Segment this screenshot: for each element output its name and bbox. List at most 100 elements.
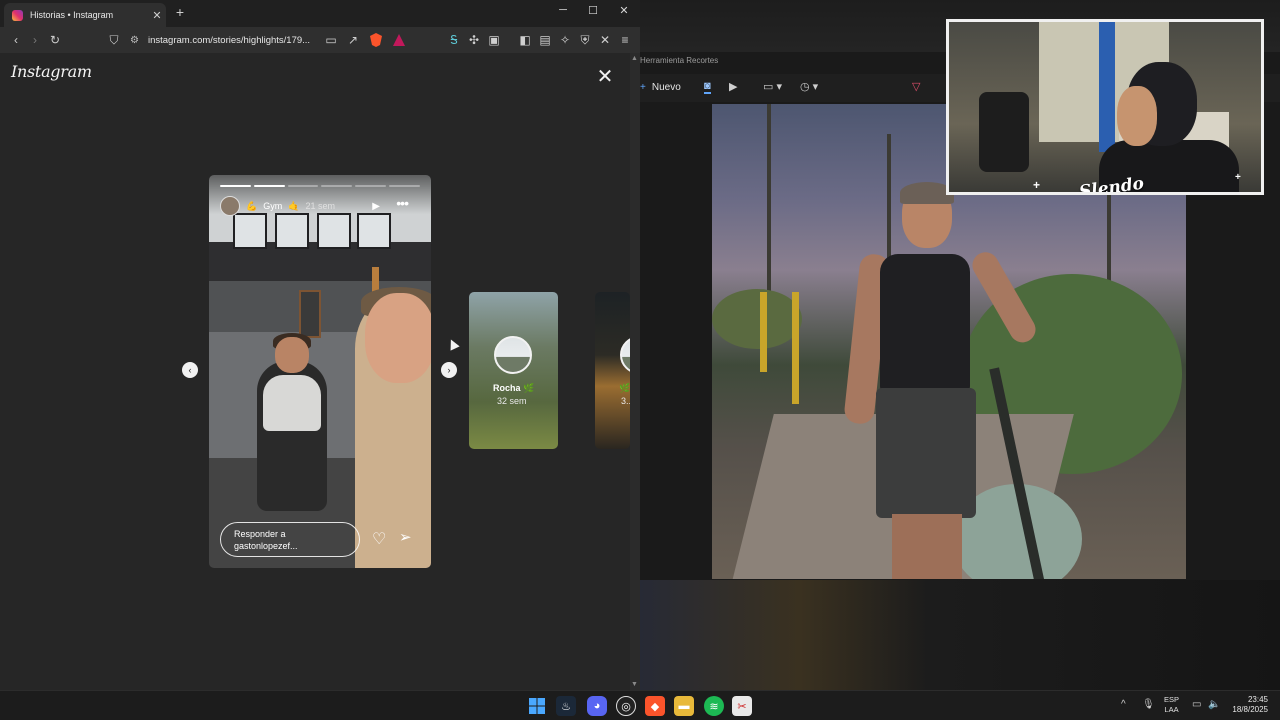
plus-icon: + (640, 82, 646, 93)
next-highlight-preview[interactable]: 🌿 3... (595, 292, 630, 449)
share-icon[interactable]: ↗ (345, 32, 361, 48)
tools-icon[interactable]: ✕ (597, 32, 613, 48)
progress-segment (355, 185, 387, 187)
obs-icon[interactable]: ◎ (616, 696, 636, 716)
discord-icon[interactable]: ◕ (587, 696, 607, 716)
story-image-person (257, 333, 327, 511)
language-indicator[interactable]: ESP LAA (1164, 695, 1179, 715)
back-icon[interactable]: ‹ (8, 32, 24, 48)
preview-name: Rocha (493, 383, 521, 393)
new-tab-button[interactable]: + (172, 4, 188, 20)
keyboard-layout: LAA (1164, 705, 1179, 714)
brave-rewards-icon[interactable] (393, 33, 405, 47)
tab-instagram[interactable]: Historias • Instagram ✕ (4, 3, 166, 27)
brave-browser-icon[interactable]: ◆ (645, 696, 665, 716)
windows-start-icon[interactable] (527, 696, 547, 716)
tab-search-icon[interactable]: ▣ (486, 32, 502, 48)
progress-segment (220, 185, 251, 187)
new-snip-button[interactable]: + Nuevo (640, 82, 681, 93)
extensions-icon[interactable]: ✣ (466, 32, 482, 48)
progress-segment (389, 185, 420, 187)
steam-icon[interactable]: ♨ (556, 696, 576, 716)
reload-icon[interactable]: ↻ (47, 32, 63, 48)
timer-dropdown[interactable]: ◷ ▾ (800, 80, 818, 93)
maximize-button[interactable]: ☐ (578, 4, 608, 17)
instagram-story-viewer: Instagram ✕ ‹ 💪 Gym 🤙 21 sem ▶ ••• Respo… (0, 53, 630, 690)
story-progress-bar (220, 185, 420, 187)
sidebar-icon[interactable]: ◧ (517, 32, 533, 48)
story-card[interactable]: 💪 Gym 🤙 21 sem ▶ ••• Responder a gastonl… (209, 175, 431, 568)
progress-segment (287, 185, 319, 187)
translate-icon[interactable]: Ꭶ (446, 32, 462, 48)
story-image-person (355, 287, 431, 568)
story-image-window (275, 213, 309, 249)
volume-icon[interactable]: 🔈 (1208, 699, 1220, 710)
close-story-button[interactable]: ✕ (594, 66, 616, 88)
tab-title: Historias • Instagram (30, 10, 114, 20)
preview-time: 32 sem (497, 396, 527, 406)
story-image-window (233, 213, 267, 249)
file-explorer-icon[interactable]: ▬ (674, 696, 694, 716)
desktop-background (640, 580, 1280, 690)
cast-icon[interactable]: ▭ (323, 32, 339, 48)
preview-emoji: 🌿 (619, 383, 630, 393)
language-code: ESP (1164, 695, 1180, 704)
play-icon[interactable]: ▶ (372, 201, 380, 212)
forward-icon[interactable]: › (27, 32, 43, 48)
close-tab-icon[interactable]: ✕ (148, 9, 166, 22)
more-options-icon[interactable]: ••• (396, 195, 409, 211)
scroll-down-icon[interactable]: ▼ (631, 681, 638, 688)
spotify-icon[interactable]: ≋ (704, 696, 724, 716)
preview-time: 3... (621, 396, 630, 406)
next-story-button[interactable]: › (441, 362, 457, 378)
highlighter-icon[interactable]: ▽ (912, 80, 920, 93)
microphone-icon[interactable]: 🎙 (1142, 699, 1155, 710)
show-hidden-icons-icon[interactable]: ^ (1121, 699, 1126, 710)
highlight-name[interactable]: Gym (263, 201, 282, 211)
wallet-icon[interactable]: ▤ (537, 32, 553, 48)
next-highlight-preview[interactable]: Rocha 🌿 32 sem (469, 292, 558, 449)
story-image-window (357, 213, 391, 249)
browser-window: Historias • Instagram ✕ + ─ ☐ ✕ ‹ › ↻ ⛉ … (0, 0, 640, 690)
reply-input[interactable]: Responder a gastonlopezef... (220, 522, 360, 557)
highlight-emoji: 💪 (246, 200, 258, 211)
webcam-overlay: + + Slendo (946, 19, 1264, 195)
previous-story-button[interactable]: ‹ (182, 362, 198, 378)
like-heart-icon[interactable]: ♡ (372, 529, 386, 549)
clock-time: 23:45 (1247, 695, 1268, 704)
highlight-emoji: 🤙 (288, 200, 300, 211)
vpn-icon[interactable]: ⛨ (577, 32, 593, 48)
story-image-door (299, 290, 321, 338)
send-icon[interactable]: ➢ (399, 528, 412, 546)
site-info-icon[interactable]: ⚙ (130, 35, 139, 46)
avatar (620, 336, 630, 374)
browser-toolbar: ‹ › ↻ ⛉ ⚙ instagram.com/stories/highligh… (0, 27, 640, 53)
scroll-up-icon[interactable]: ▲ (631, 55, 638, 62)
progress-segment (321, 185, 353, 187)
snipping-tool-title: Herramienta Recortes (640, 56, 719, 65)
snip-shape-dropdown[interactable]: ▭ ▾ (763, 80, 782, 93)
clock-date: 18/8/2025 (1232, 705, 1268, 714)
page-scrollbar[interactable]: ▲ ▼ (630, 53, 640, 690)
streamer-logo: Slendo (1077, 173, 1146, 195)
avatar[interactable] (220, 196, 240, 216)
mouse-cursor (446, 337, 460, 351)
brave-shields-icon[interactable] (370, 33, 382, 47)
story-image-window (317, 213, 351, 249)
leo-ai-icon[interactable]: ✧ (557, 32, 573, 48)
tab-bar: Historias • Instagram ✕ + ─ ☐ ✕ (0, 0, 640, 27)
video-mode-icon[interactable]: ▶ (729, 80, 737, 93)
menu-icon[interactable]: ≡ (617, 32, 633, 48)
story-time: 21 sem (305, 201, 335, 211)
new-snip-label: Nuevo (651, 82, 681, 93)
snipping-tool-icon[interactable]: ✂ (732, 696, 752, 716)
instagram-logo[interactable]: Instagram (11, 62, 92, 81)
bookmark-icon[interactable]: ⛉ (106, 32, 122, 48)
system-clock[interactable]: 23:45 18/8/2025 (1226, 695, 1268, 715)
minimize-button[interactable]: ─ (548, 4, 578, 16)
preview-emoji: 🌿 (523, 383, 535, 393)
taskbar: ♨ ◕ ◎ ◆ ▬ ≋ ✂ ^ 🎙 ESP LAA ▭ 🔈 23:45 18/8… (0, 690, 1280, 720)
network-icon[interactable]: ▭ (1192, 699, 1201, 710)
screenshot-mode-icon[interactable]: ◙ (704, 80, 711, 94)
close-window-button[interactable]: ✕ (609, 4, 639, 17)
